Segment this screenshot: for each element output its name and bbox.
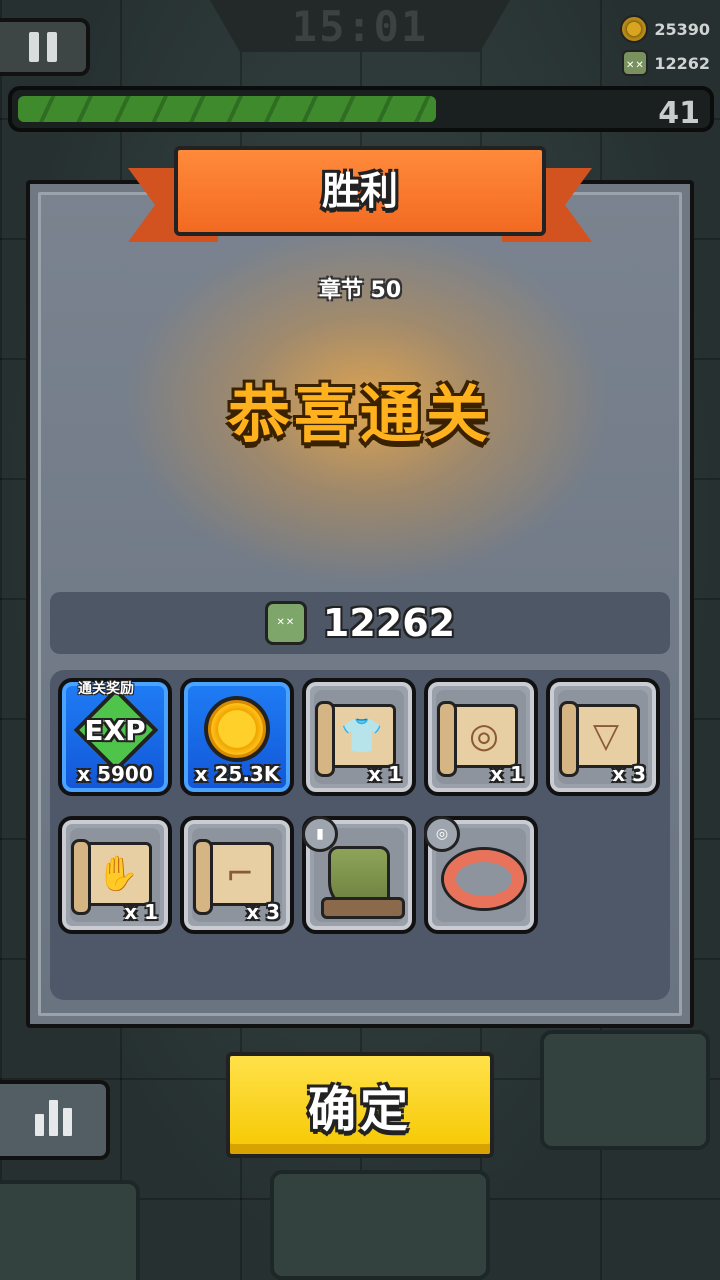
gold-counter: 25390 [612, 14, 710, 44]
pause-icon [29, 32, 39, 62]
dialog-title: 胜利 [321, 169, 398, 213]
xp-progress-fill [18, 96, 436, 122]
zombie-icon [264, 601, 307, 645]
boot-slot-icon: ▮ [302, 816, 338, 852]
reward-pistol-blueprint[interactable]: ⌐ x 3 [180, 816, 294, 934]
coin-icon [620, 15, 649, 43]
reward-exp[interactable]: EXP 通关奖励 x 5900 [58, 678, 172, 796]
reward-quantity: x 1 [124, 900, 158, 924]
confirm-label: 确定 [307, 1082, 412, 1138]
pause-button[interactable] [0, 18, 90, 76]
reward-quantity: x 1 [368, 762, 402, 786]
reward-belt-blueprint[interactable]: ◎ x 1 [424, 678, 538, 796]
bar-chart-icon [34, 1114, 44, 1136]
timer: 15:01 [291, 2, 429, 51]
kill-counter: 12262 [612, 48, 710, 78]
confirm-button[interactable]: 确定 [226, 1052, 494, 1158]
gold-coin-icon [204, 696, 270, 762]
rewards-panel: EXP 通关奖励 x 5900 x 25.3K 👕 x 1 ◎ x 1 ▽ x … [50, 670, 670, 1000]
clear-reward-tag: 通关奖励 [78, 681, 134, 697]
exp-label: EXP [84, 714, 146, 747]
blueprint-scroll: ◎ [437, 701, 518, 777]
reward-quantity: x 3 [246, 900, 280, 924]
belt-slot-icon: ◎ [424, 816, 460, 852]
reward-glove-blueprint[interactable]: ✋ x 1 [58, 816, 172, 934]
zombie-icon [622, 50, 649, 76]
background-tile [0, 1180, 140, 1280]
blueprint-scroll: ✋ [71, 839, 152, 915]
congrats-headline: 恭喜通关 [227, 378, 492, 451]
reward-quantity: x 1 [490, 762, 524, 786]
xp-progress-bar [8, 86, 714, 132]
collar-icon [444, 850, 524, 908]
background-tile [540, 1030, 710, 1150]
boots-icon [321, 846, 405, 919]
background-tile [270, 1170, 490, 1280]
reward-necklace-blueprint[interactable]: ▽ x 3 [546, 678, 660, 796]
reward-collar[interactable]: ◎ [424, 816, 538, 934]
necklace-icon: ▽ [592, 716, 620, 756]
kill-amount: 12262 [654, 53, 710, 73]
glove-icon: ✋ [96, 854, 140, 894]
blueprint-scroll: 👕 [315, 701, 396, 777]
shirt-icon: 👕 [340, 716, 384, 756]
kill-total: 12262 [322, 601, 456, 645]
reward-armor-blueprint[interactable]: 👕 x 1 [302, 678, 416, 796]
kill-summary: 12262 [50, 592, 670, 654]
reward-gold[interactable]: x 25.3K [180, 678, 294, 796]
belt-icon: ◎ [469, 716, 499, 756]
reward-quantity: x 3 [612, 762, 646, 786]
reward-boots[interactable]: ▮ [302, 816, 416, 934]
gold-amount: 25390 [654, 19, 710, 39]
chapter-label: 章节 50 [318, 278, 402, 303]
blueprint-scroll: ▽ [559, 701, 640, 777]
reward-quantity: x 25.3K [194, 762, 280, 786]
stats-button[interactable] [0, 1080, 110, 1160]
blueprint-scroll: ⌐ [193, 839, 274, 915]
reward-quantity: x 5900 [77, 762, 153, 786]
level-number: 41 [658, 96, 700, 131]
pistol-icon: ⌐ [225, 854, 255, 894]
